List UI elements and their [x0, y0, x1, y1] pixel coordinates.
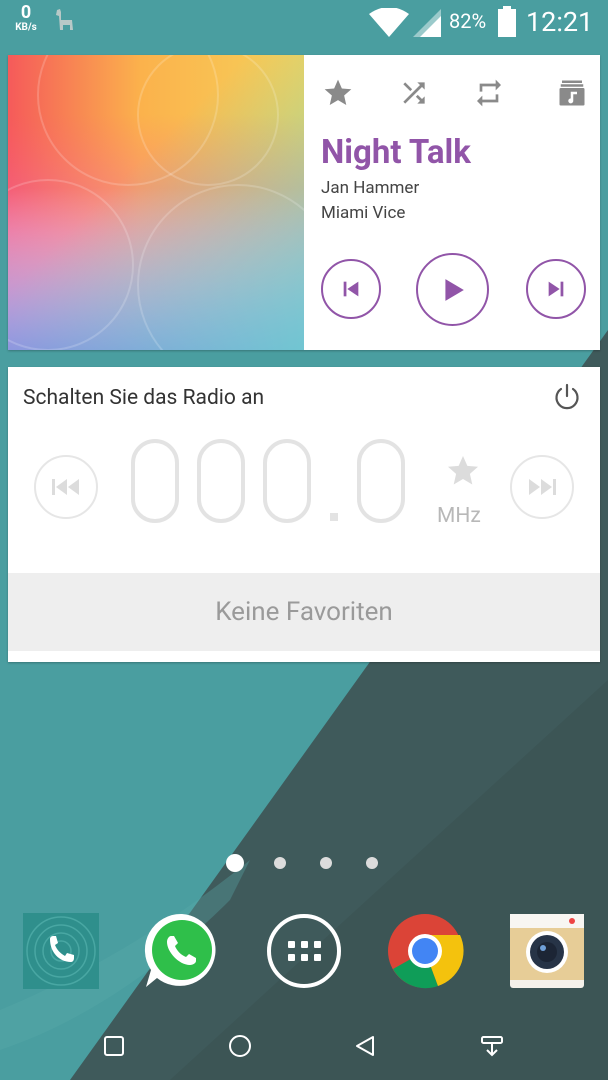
page-dot[interactable] [274, 857, 286, 869]
shuffle-icon[interactable] [394, 75, 434, 111]
next-icon [548, 281, 564, 297]
navigation-bar [0, 1010, 608, 1080]
signal-icon [412, 8, 442, 42]
llama-icon [52, 6, 78, 36]
favorites-bar[interactable]: Keine Favoriten [8, 573, 600, 651]
app-drawer-icon[interactable] [265, 912, 343, 990]
page-dot-active[interactable] [226, 854, 244, 872]
frequency-display [128, 427, 418, 547]
phone-app-icon[interactable] [22, 912, 100, 990]
battery-icon [497, 6, 517, 42]
network-speed: 0 KB/s [10, 4, 42, 33]
back-icon[interactable] [347, 1028, 383, 1064]
page-dot[interactable] [366, 857, 378, 869]
seek-forward-button[interactable] [510, 455, 574, 519]
star-icon[interactable] [318, 75, 358, 111]
recent-apps-icon[interactable] [96, 1028, 132, 1064]
clock: 12:21 [526, 6, 594, 38]
music-controls-panel: Night Talk Jan Hammer Miami Vice [304, 55, 600, 350]
music-widget: Night Talk Jan Hammer Miami Vice [8, 55, 600, 350]
seek-forward-icon [529, 479, 556, 495]
radio-title: Schalten Sie das Radio an [23, 386, 265, 410]
track-album: Miami Vice [321, 203, 406, 223]
status-bar: 0 KB/s 82% 12:21 [0, 0, 608, 46]
page-indicator [225, 853, 385, 873]
album-art[interactable] [8, 55, 304, 350]
chrome-app-icon[interactable] [386, 912, 464, 990]
network-speed-value: 0 [20, 2, 32, 23]
previous-button[interactable] [321, 259, 381, 319]
battery-percent: 82% [449, 9, 487, 33]
seek-back-icon [52, 479, 79, 495]
home-icon[interactable] [222, 1028, 258, 1064]
power-icon[interactable] [552, 382, 582, 416]
network-speed-unit: KB/s [15, 22, 37, 33]
play-button[interactable] [416, 253, 489, 326]
whatsapp-app-icon[interactable] [143, 912, 221, 990]
camera-app-icon[interactable] [508, 912, 586, 990]
notification-pull-icon[interactable] [474, 1028, 510, 1064]
next-button[interactable] [526, 259, 586, 319]
frequency-unit: MHz [437, 504, 481, 528]
radio-widget: Schalten Sie das Radio an MHz Keine Favo… [8, 367, 600, 662]
track-artist: Jan Hammer [321, 178, 420, 198]
wifi-icon [368, 7, 410, 42]
track-title: Night Talk [321, 133, 471, 172]
repeat-icon[interactable] [469, 75, 509, 111]
previous-icon [343, 281, 359, 297]
seek-back-button[interactable] [34, 455, 98, 519]
playlist-icon[interactable] [552, 75, 592, 111]
page-dot[interactable] [320, 857, 332, 869]
play-icon [444, 278, 464, 301]
favorite-star-icon[interactable] [445, 453, 481, 493]
